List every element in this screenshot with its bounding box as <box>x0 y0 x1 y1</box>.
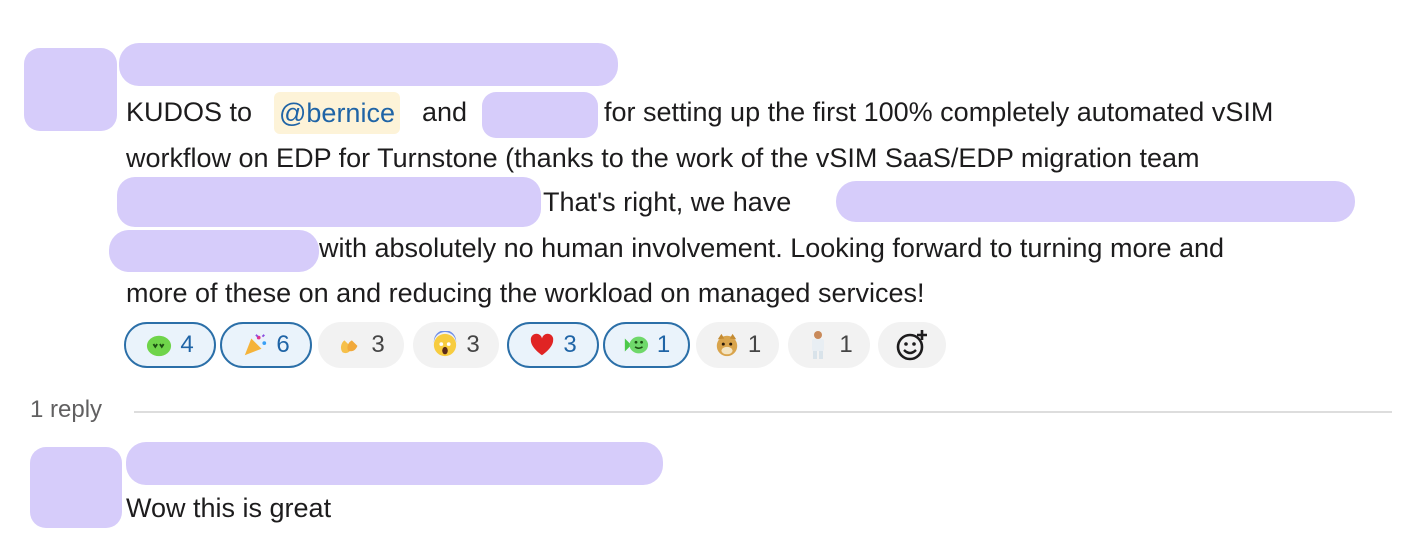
message-line-1c: for setting up the first 100% completely… <box>604 97 1274 127</box>
add-reaction-button[interactable] <box>878 322 946 368</box>
reaction-count: 3 <box>371 331 385 358</box>
green-fish-icon <box>623 332 649 358</box>
reply-text: Wow this is great <box>126 493 332 523</box>
author-avatar[interactable] <box>24 48 117 131</box>
reaction-green-blob[interactable]: 4 <box>124 322 216 368</box>
reply-author-name-redacted[interactable] <box>126 442 663 485</box>
reaction-green-fish[interactable]: 1 <box>603 322 690 368</box>
reply-author-avatar[interactable] <box>30 447 122 528</box>
message-line-1b: and <box>422 97 468 127</box>
reaction-count: 1 <box>747 331 762 358</box>
reaction-count: 3 <box>563 331 577 358</box>
screaming-face-icon <box>432 331 458 358</box>
redacted-detail-1 <box>836 181 1355 222</box>
redacted-team-names <box>117 177 541 227</box>
reaction-red-heart[interactable]: 3 <box>507 322 599 368</box>
person-in-suit-icon <box>805 331 831 359</box>
author-name-redacted[interactable] <box>119 43 618 86</box>
reaction-count: 1 <box>839 331 853 358</box>
redacted-detail-2 <box>109 230 319 272</box>
green-blob-icon <box>146 332 172 358</box>
reaction-screaming-face[interactable]: 3 <box>413 322 499 368</box>
reaction-count: 3 <box>466 331 480 358</box>
reaction-doge[interactable]: 1 <box>696 322 779 368</box>
reaction-party-popper[interactable]: 6 <box>220 322 312 368</box>
clapping-hands-icon <box>337 332 363 358</box>
party-popper-icon <box>242 332 268 358</box>
reaction-count: 4 <box>180 331 194 358</box>
message-line-3: That's right, we have <box>543 187 792 217</box>
add-reaction-icon <box>895 328 929 362</box>
reaction-person-in-suit[interactable]: 1 <box>788 322 870 368</box>
doge-icon <box>714 332 740 358</box>
reaction-clapping-hands[interactable]: 3 <box>318 322 404 368</box>
red-heart-icon <box>529 332 555 358</box>
reaction-count: 6 <box>276 331 290 358</box>
thread-divider <box>134 411 1392 413</box>
message-line-2: workflow on EDP for Turnstone (thanks to… <box>126 143 1200 173</box>
message-line-1a: KUDOS to <box>126 97 253 127</box>
message-line-5: more of these on and reducing the worklo… <box>126 278 925 308</box>
user-mention[interactable]: @bernice <box>274 92 400 134</box>
reaction-count: 1 <box>656 331 671 358</box>
message-line-4: with absolutely no human involvement. Lo… <box>319 233 1225 263</box>
redacted-mention-1[interactable] <box>482 92 598 138</box>
reply-count-link[interactable]: 1 reply <box>30 396 102 424</box>
